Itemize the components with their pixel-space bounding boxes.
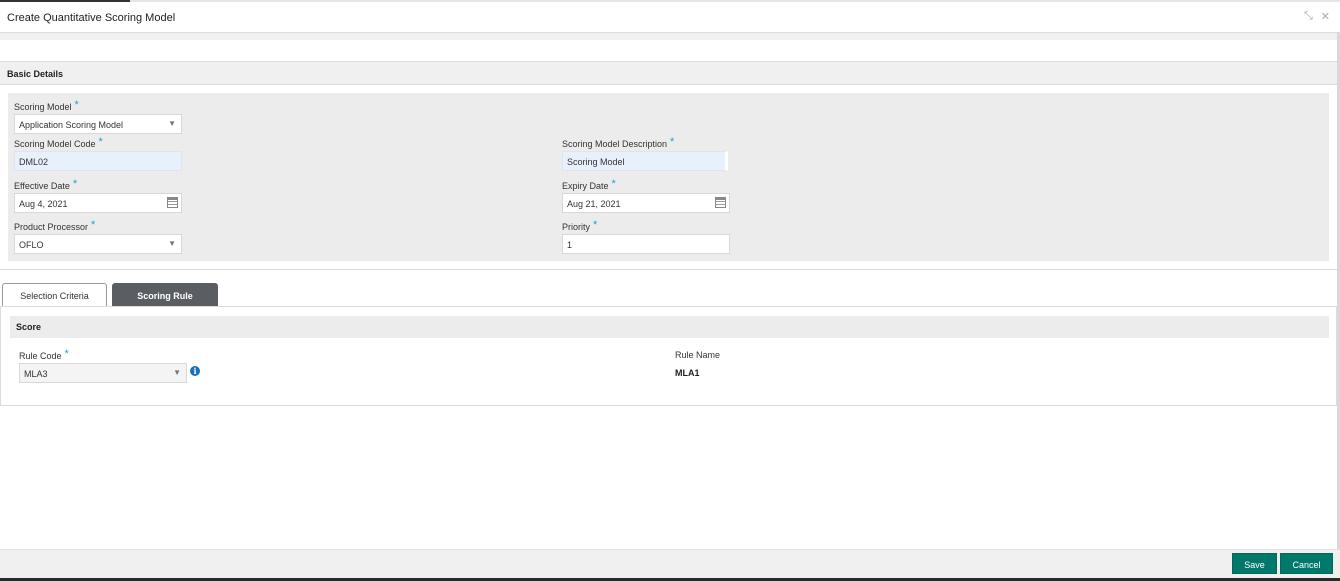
priority-label: Priority * xyxy=(562,219,598,233)
scoring-model-value: Application Scoring Model xyxy=(19,120,124,130)
scoring-model-description-label-text: Scoring Model Description xyxy=(562,139,668,149)
footer-bar xyxy=(0,549,1340,578)
expiry-date-label-text: Expiry Date xyxy=(562,181,609,191)
header-gap xyxy=(0,33,1340,40)
rule-code-value: MLA3 xyxy=(24,369,48,379)
scoring-model-label-text: Scoring Model xyxy=(14,102,72,112)
tab-scoring-rule-label: Scoring Rule xyxy=(137,291,193,301)
required-marker: * xyxy=(64,348,69,360)
expiry-date-field[interactable]: Aug 21, 2021 xyxy=(562,193,730,213)
required-marker: * xyxy=(611,178,616,190)
product-processor-label: Product Processor * xyxy=(14,219,96,233)
calendar-icon[interactable] xyxy=(167,197,178,208)
effective-date-label-text: Effective Date xyxy=(14,181,70,191)
score-header: Score xyxy=(10,316,1329,338)
chevron-down-icon: ▼ xyxy=(168,239,176,248)
priority-label-text: Priority xyxy=(562,222,591,232)
effective-date-label: Effective Date * xyxy=(14,178,78,192)
cancel-button[interactable]: Cancel xyxy=(1280,553,1333,574)
required-marker: * xyxy=(91,219,96,231)
scoring-model-label: Scoring Model * xyxy=(14,99,79,113)
product-processor-value: OFLO xyxy=(19,240,44,250)
scoring-model-description-label: Scoring Model Description * xyxy=(562,136,675,150)
scoring-model-code-value: DML02 xyxy=(19,157,49,167)
rule-name-value: MLA1 xyxy=(675,368,700,378)
rule-code-label-text: Rule Code xyxy=(19,351,62,361)
product-processor-label-text: Product Processor xyxy=(14,222,89,232)
chevron-down-icon: ▼ xyxy=(173,368,181,377)
required-marker: * xyxy=(98,136,103,148)
window-title: Create Quantitative Scoring Model xyxy=(7,12,176,24)
window-header: Create Quantitative Scoring Model ⤡ ✕ xyxy=(0,2,1340,33)
required-marker: * xyxy=(74,99,79,111)
save-button[interactable]: Save xyxy=(1232,553,1277,574)
calendar-icon[interactable] xyxy=(715,197,726,208)
required-marker: * xyxy=(593,219,598,231)
tab-selection-criteria-label: Selection Criteria xyxy=(20,291,89,301)
basic-details-title: Basic Details xyxy=(7,69,64,79)
minimize-icon[interactable]: ⤡ xyxy=(1304,10,1313,23)
scoring-model-description-value: Scoring Model xyxy=(567,157,625,167)
expiry-date-value: Aug 21, 2021 xyxy=(567,199,621,209)
scoring-model-description-field[interactable]: Scoring Model xyxy=(562,151,728,171)
divider xyxy=(0,269,1337,270)
score-title: Score xyxy=(16,322,42,332)
product-processor-select[interactable]: OFLO ▼ xyxy=(14,234,182,254)
scoring-model-code-label-text: Scoring Model Code xyxy=(14,139,96,149)
info-icon[interactable]: i xyxy=(190,366,200,376)
priority-field[interactable]: 1 xyxy=(562,234,730,254)
rule-code-select[interactable]: MLA3 ▼ xyxy=(19,363,187,383)
required-marker: * xyxy=(670,136,675,148)
effective-date-value: Aug 4, 2021 xyxy=(19,199,68,209)
tab-scoring-rule[interactable]: Scoring Rule xyxy=(112,283,218,307)
rule-name-label: Rule Name xyxy=(675,350,721,360)
expiry-date-label: Expiry Date * xyxy=(562,178,616,192)
chevron-down-icon: ▼ xyxy=(168,119,176,128)
effective-date-field[interactable]: Aug 4, 2021 xyxy=(14,193,182,213)
save-button-label: Save xyxy=(1244,560,1265,570)
basic-details-header: Basic Details xyxy=(0,61,1337,85)
scoring-model-code-field[interactable]: DML02 xyxy=(14,151,182,171)
scoring-model-select[interactable]: Application Scoring Model ▼ xyxy=(14,114,182,134)
close-icon[interactable]: ✕ xyxy=(1321,10,1330,23)
scoring-model-code-label: Scoring Model Code * xyxy=(14,136,103,150)
rule-code-label: Rule Code * xyxy=(19,348,69,362)
cancel-button-label: Cancel xyxy=(1292,560,1321,570)
priority-value: 1 xyxy=(567,240,573,250)
tab-selection-criteria[interactable]: Selection Criteria xyxy=(2,283,107,307)
window-controls: ⤡ ✕ xyxy=(1304,10,1330,23)
required-marker: * xyxy=(72,178,78,190)
